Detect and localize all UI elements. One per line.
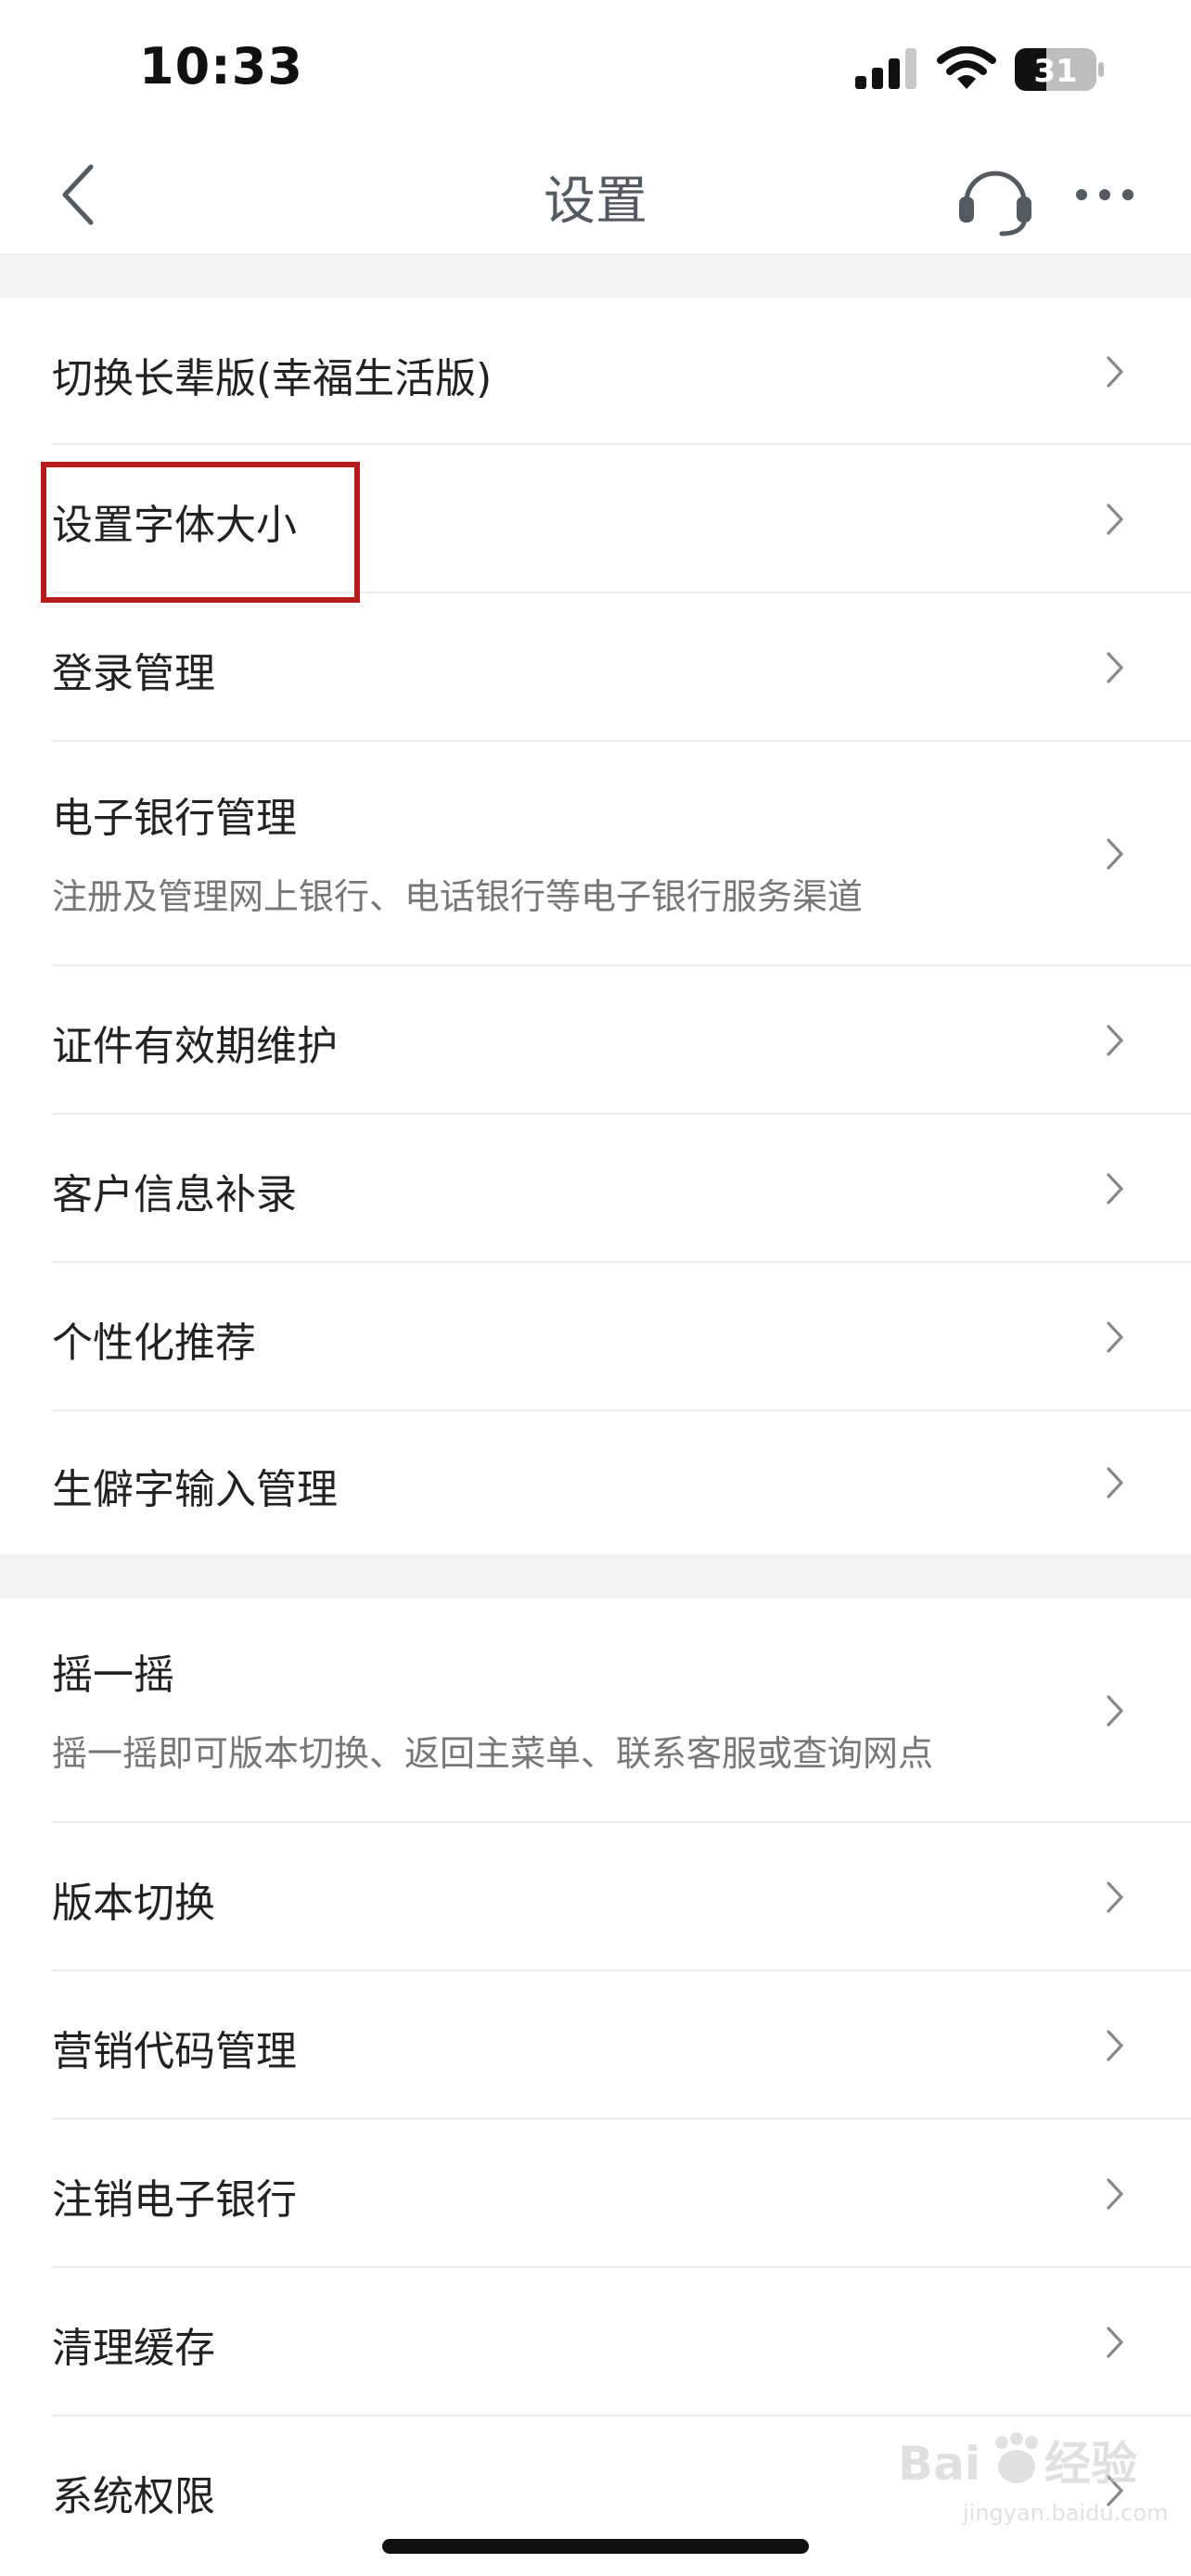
chevron-right-icon [1107, 504, 1123, 535]
setting-shake[interactable]: 摇一摇 摇一摇即可版本切换、返回主菜单、联系客服或查询网点 [0, 1599, 1191, 1823]
setting-font-size[interactable]: 设置字体大小 [0, 445, 1191, 593]
setting-subtitle: 注册及管理网上银行、电话银行等电子银行服务渠道 [52, 876, 864, 917]
setting-label: 系统权限 [52, 2473, 215, 2520]
setting-subtitle: 摇一摇即可版本切换、返回主菜单、联系客服或查询网点 [52, 1733, 934, 1774]
setting-label: 证件有效期维护 [52, 1023, 338, 1070]
chevron-right-icon [1107, 1467, 1123, 1498]
status-time: 10:33 [139, 37, 303, 96]
chevron-right-icon [1107, 1025, 1123, 1056]
battery-level: 31 [1033, 53, 1077, 90]
setting-clear-cache[interactable]: 清理缓存 [0, 2268, 1191, 2417]
settings-section-2: 摇一摇 摇一摇即可版本切换、返回主菜单、联系客服或查询网点 版本切换 营销代码管… [0, 1599, 1191, 2565]
wifi-icon [937, 46, 996, 89]
customer-service-headset-icon[interactable] [954, 156, 1037, 239]
watermark-brand-2: 经验 [1044, 2437, 1137, 2491]
setting-switch-senior-mode[interactable]: 切换长辈版(幸福生活版) [0, 299, 1191, 445]
chevron-right-icon [1107, 1173, 1123, 1205]
setting-label: 登录管理 [52, 650, 215, 697]
baidu-watermark-logo: Bai 经验 jingyan.baidu.com [898, 2432, 1168, 2526]
battery-icon: 31 [1015, 48, 1104, 91]
paw-icon [995, 2432, 1038, 2483]
settings-section-1: 切换长辈版(幸福生活版) 设置字体大小 登录管理 电子银行管理 注册及管理网上银… [0, 299, 1191, 1554]
setting-rare-char-input[interactable]: 生僻字输入管理 [0, 1411, 1191, 1554]
home-indicator [382, 2539, 809, 2554]
chevron-right-icon [1107, 2030, 1123, 2061]
chevron-right-icon [1107, 652, 1123, 683]
watermark-url: jingyan.baidu.com [962, 2500, 1168, 2526]
nav-bar: 设置 [0, 139, 1191, 254]
setting-label: 摇一摇 [52, 1651, 174, 1699]
setting-id-validity[interactable]: 证件有效期维护 [0, 966, 1191, 1115]
setting-label: 清理缓存 [52, 2325, 215, 2372]
setting-personalized-recommend[interactable]: 个性化推荐 [0, 1263, 1191, 1411]
chevron-right-icon [1107, 1695, 1123, 1727]
setting-ebank-management[interactable]: 电子银行管理 注册及管理网上银行、电话银行等电子银行服务渠道 [0, 742, 1191, 966]
setting-label: 生僻字输入管理 [52, 1466, 338, 1513]
setting-label: 设置字体大小 [52, 502, 297, 549]
setting-login-management[interactable]: 登录管理 [0, 593, 1191, 742]
setting-cancel-ebank[interactable]: 注销电子银行 [0, 2120, 1191, 2268]
setting-label: 电子银行管理 [52, 795, 297, 842]
setting-customer-info[interactable]: 客户信息补录 [0, 1115, 1191, 1263]
chevron-right-icon [1107, 2178, 1123, 2210]
status-bar: 10:33 31 [0, 0, 1191, 139]
setting-marketing-code[interactable]: 营销代码管理 [0, 1971, 1191, 2120]
section-spacer [0, 1554, 1191, 1599]
chevron-right-icon [1107, 1881, 1123, 1913]
chevron-right-icon [1107, 1321, 1123, 1353]
more-options-icon[interactable] [1072, 176, 1137, 213]
settings-screen: 10:33 31 设置 切换长辈版(幸福生活版) 设置字体大小 登录管理 电子银… [0, 0, 1191, 2576]
setting-version-switch[interactable]: 版本切换 [0, 1823, 1191, 1971]
chevron-right-icon [1107, 838, 1123, 870]
chevron-right-icon [1107, 356, 1123, 388]
setting-label: 版本切换 [52, 1880, 215, 1927]
section-spacer [0, 254, 1191, 299]
watermark-brand: Bai [898, 2437, 980, 2491]
setting-label: 个性化推荐 [52, 1320, 256, 1367]
setting-label: 切换长辈版(幸福生活版) [52, 355, 493, 402]
setting-label: 营销代码管理 [52, 2028, 297, 2075]
chevron-right-icon [1107, 2327, 1123, 2358]
setting-label: 注销电子银行 [52, 2176, 297, 2224]
cellular-signal-icon [855, 48, 916, 89]
setting-label: 客户信息补录 [52, 1171, 297, 1218]
